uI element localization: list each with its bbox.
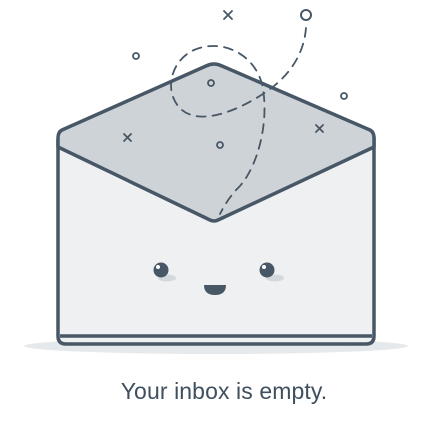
empty-inbox-message: Your inbox is empty. [120, 378, 328, 404]
right-eye [259, 262, 275, 278]
empty-inbox-state: Your inbox is empty. [0, 0, 448, 448]
sparkle-circle-icon [340, 92, 348, 100]
sparkle-circle-icon [132, 52, 140, 60]
sparkle-cross-icon [223, 10, 233, 20]
open-envelope-smiling-icon [24, 9, 408, 354]
right-eye-highlight [262, 265, 266, 269]
sparkle-circle-icon [300, 9, 312, 21]
left-eye [153, 262, 169, 278]
left-eye-highlight [156, 265, 160, 269]
